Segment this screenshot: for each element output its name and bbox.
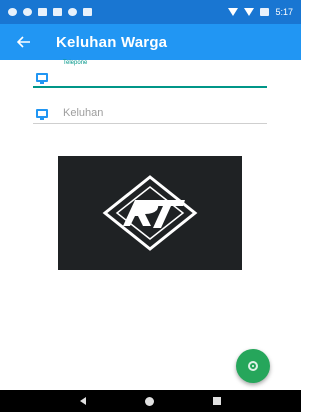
image-icon [38,8,47,16]
fab-button[interactable] [236,349,270,383]
signal-icon [244,8,255,16]
page-title: Keluhan Warga [56,33,168,51]
app-bar: Keluhan Warga [0,24,301,60]
complaint-placeholder: Keluhan [63,107,104,119]
status-time: 5:17 [275,7,293,17]
cast-icon [53,8,62,16]
arrow-left-icon[interactable] [10,24,38,60]
back-triangle-icon[interactable] [79,397,86,405]
phone-label: Telepone [63,60,88,66]
location-icon [23,8,32,16]
status-right-icons: 5:17 [228,7,293,17]
rt-logo [102,175,198,251]
phone-field[interactable]: Telepone [33,60,267,88]
system-nav-bar [0,390,301,412]
home-circle-icon[interactable] [144,396,154,406]
status-bar: 5:17 [0,0,301,24]
rt-logo-image [58,156,242,270]
arrow-left-glyph [17,36,30,48]
target-icon [248,361,258,371]
monitor-icon [36,109,48,120]
complaint-field[interactable]: Keluhan [33,106,267,124]
wifi-icon [228,8,239,16]
battery-icon [260,8,270,16]
settings-icon [8,8,17,16]
monitor-icon [36,73,48,84]
recents-square-icon[interactable] [213,397,222,405]
status-left-icons [8,8,92,16]
sd-card-icon [83,8,92,16]
circle-icon [68,8,77,16]
